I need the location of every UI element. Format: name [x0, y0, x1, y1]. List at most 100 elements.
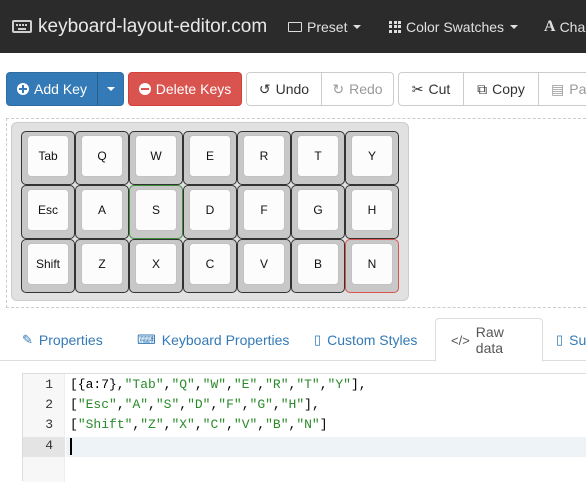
editor-tabs: ✎ Properties ⌨ Keyboard Properties ▯ Cus… [0, 318, 586, 362]
key-label: D [189, 189, 231, 231]
tab-custom-styles[interactable]: ▯ Custom Styles [314, 318, 417, 361]
plus-circle-icon [17, 83, 30, 95]
key-c[interactable]: C [183, 239, 237, 293]
tab-properties[interactable]: ✎ Properties [22, 318, 103, 361]
copy-button[interactable]: ⧉ Copy [463, 72, 539, 106]
navbar: keyboard-layout-editor.com Preset Color … [0, 0, 586, 53]
file-icon: ▯ [556, 331, 564, 347]
file-icon: ▯ [314, 331, 322, 347]
grid-icon [389, 20, 401, 33]
keyboard-icon [288, 21, 302, 32]
key-f[interactable]: F [237, 185, 291, 239]
brand-link[interactable]: keyboard-layout-editor.com [12, 0, 267, 53]
tab-keyboard-properties[interactable]: ⌨ Keyboard Properties [137, 318, 289, 361]
key-label: V [243, 243, 285, 285]
key-label: E [189, 135, 231, 177]
copy-label: Copy [492, 81, 525, 97]
delete-keys-label: Delete Keys [155, 81, 232, 97]
redo-button[interactable]: ↻ Redo [321, 72, 394, 106]
font-icon: A [544, 17, 556, 35]
key-x[interactable]: X [129, 239, 183, 293]
key-label: B [297, 243, 339, 285]
redo-icon: ↻ [332, 80, 345, 97]
scissors-icon: ✂ [411, 80, 424, 97]
keyboard-icon [12, 20, 32, 33]
key-d[interactable]: D [183, 185, 237, 239]
key-shift[interactable]: Shift [21, 239, 75, 293]
raw-data-editor[interactable]: 1 2 3 4 [{a:7},"Tab","Q","W","E","R","T"… [22, 373, 586, 482]
minus-circle-icon [138, 83, 151, 95]
tab-label: Su [569, 331, 586, 348]
key-a[interactable]: A [75, 185, 129, 239]
key-label: T [297, 135, 339, 177]
color-swatches-label: Color Swatches [406, 18, 505, 35]
tab-label: Raw data [475, 324, 504, 356]
edit-icon: ✎ [22, 331, 33, 347]
redo-label: Redo [349, 81, 383, 97]
key-b[interactable]: B [291, 239, 345, 293]
paste-label: Pas [569, 81, 586, 97]
delete-keys-button[interactable]: Delete Keys [128, 72, 242, 106]
keyboard-icon: ⌨ [137, 331, 156, 347]
preset-label: Preset [307, 18, 348, 35]
key-label: A [81, 189, 123, 231]
key-y[interactable]: Y [345, 131, 399, 185]
key-label: W [135, 135, 177, 177]
active-line-highlight [66, 437, 586, 457]
key-esc[interactable]: Esc [21, 185, 75, 239]
key-label: N [351, 243, 393, 285]
key-label: H [351, 189, 393, 231]
key-w[interactable]: W [129, 131, 183, 185]
line-number: 4 [45, 438, 53, 453]
caret-down-icon [353, 24, 362, 29]
key-tab[interactable]: Tab [21, 131, 75, 185]
code-line[interactable]: ["Esc","A","S","D","F","G","H"], [70, 397, 320, 412]
cut-button[interactable]: ✂ Cut [398, 72, 464, 106]
character-picker-label: Cha [559, 18, 586, 35]
paste-icon: ▤ [551, 80, 565, 97]
key-label: G [297, 189, 339, 231]
key-t[interactable]: T [291, 131, 345, 185]
color-swatches-menu[interactable]: Color Swatches [389, 0, 519, 53]
key-g[interactable]: G [291, 185, 345, 239]
key-label: Tab [27, 135, 69, 177]
key-label: Esc [27, 189, 69, 231]
undo-button[interactable]: ↺ Undo [246, 72, 322, 106]
key-s[interactable]: S [129, 185, 183, 239]
key-e[interactable]: E [183, 131, 237, 185]
key-z[interactable]: Z [75, 239, 129, 293]
tab-label: Properties [38, 331, 103, 348]
key-q[interactable]: Q [75, 131, 129, 185]
paste-button[interactable]: ▤ Pas [538, 72, 586, 106]
line-number: 1 [45, 377, 53, 392]
text-cursor [70, 438, 72, 455]
add-key-label: Add Key [34, 81, 87, 97]
key-v[interactable]: V [237, 239, 291, 293]
key-label: Q [81, 135, 123, 177]
key-label: Y [351, 135, 393, 177]
brand-title: keyboard-layout-editor.com [38, 15, 268, 37]
line-number: 2 [45, 397, 53, 412]
key-h[interactable]: H [345, 185, 399, 239]
code-line[interactable]: [{a:7},"Tab","Q","W","E","R","T","Y"], [70, 377, 367, 392]
code-line[interactable]: ["Shift","Z","X","C","V","B","N"] [70, 417, 328, 432]
tab-label: Custom Styles [327, 331, 418, 348]
tab-summary[interactable]: ▯ Su [556, 318, 586, 361]
key-n-selected[interactable]: N [345, 239, 399, 293]
add-key-dropdown-toggle[interactable] [97, 72, 124, 106]
key-label: F [243, 189, 285, 231]
character-picker-menu[interactable]: A Cha [544, 0, 585, 53]
line-number: 3 [45, 417, 53, 432]
undo-label: Undo [275, 81, 310, 97]
key-r[interactable]: R [237, 131, 291, 185]
caret-down-icon [510, 24, 519, 29]
cut-label: Cut [428, 81, 451, 97]
preset-menu[interactable]: Preset [288, 0, 362, 53]
add-key-button[interactable]: Add Key [6, 72, 98, 106]
caret-down-icon [106, 87, 115, 91]
key-label: R [243, 135, 285, 177]
tab-raw-data[interactable]: </> Raw data [435, 318, 543, 362]
key-label: C [189, 243, 231, 285]
code-icon: </> [451, 332, 470, 348]
tab-label: Keyboard Properties [161, 331, 290, 348]
